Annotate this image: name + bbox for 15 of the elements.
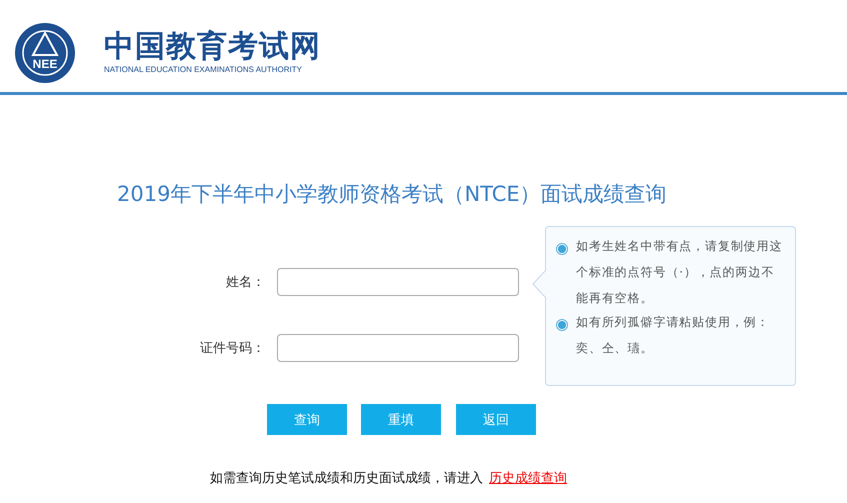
logo-icon: NEE: [14, 22, 76, 84]
action-button[interactable]: 返回: [456, 404, 536, 435]
action-button[interactable]: 查询: [267, 404, 347, 435]
field-label: 姓名：: [226, 274, 265, 291]
site-name: 中国教育考试网: [104, 28, 321, 64]
field-label: 证件号码：: [200, 340, 265, 357]
history-link[interactable]: 历史成绩查询: [489, 471, 567, 486]
input-field[interactable]: [277, 334, 519, 362]
footer-text: 如需查询历史笔试成绩和历史面试成绩，请进入: [210, 471, 483, 486]
tip-text: 如考生姓名中带有点，请复制使用这个标准的点符号（·），点的两边不能再有空格。: [576, 238, 784, 307]
input-field[interactable]: [277, 268, 519, 296]
site-name-english: NATIONAL EDUCATION EXAMINATIONS AUTHORITY: [104, 64, 303, 74]
action-button[interactable]: 重填: [361, 404, 441, 435]
tip-text: 如有所列孤僻字请粘贴使用，例：奕、仝、瓙。: [576, 314, 770, 357]
page-title: 2019年下半年中小学教师资格考试（NTCE）面试成绩查询: [117, 181, 668, 208]
